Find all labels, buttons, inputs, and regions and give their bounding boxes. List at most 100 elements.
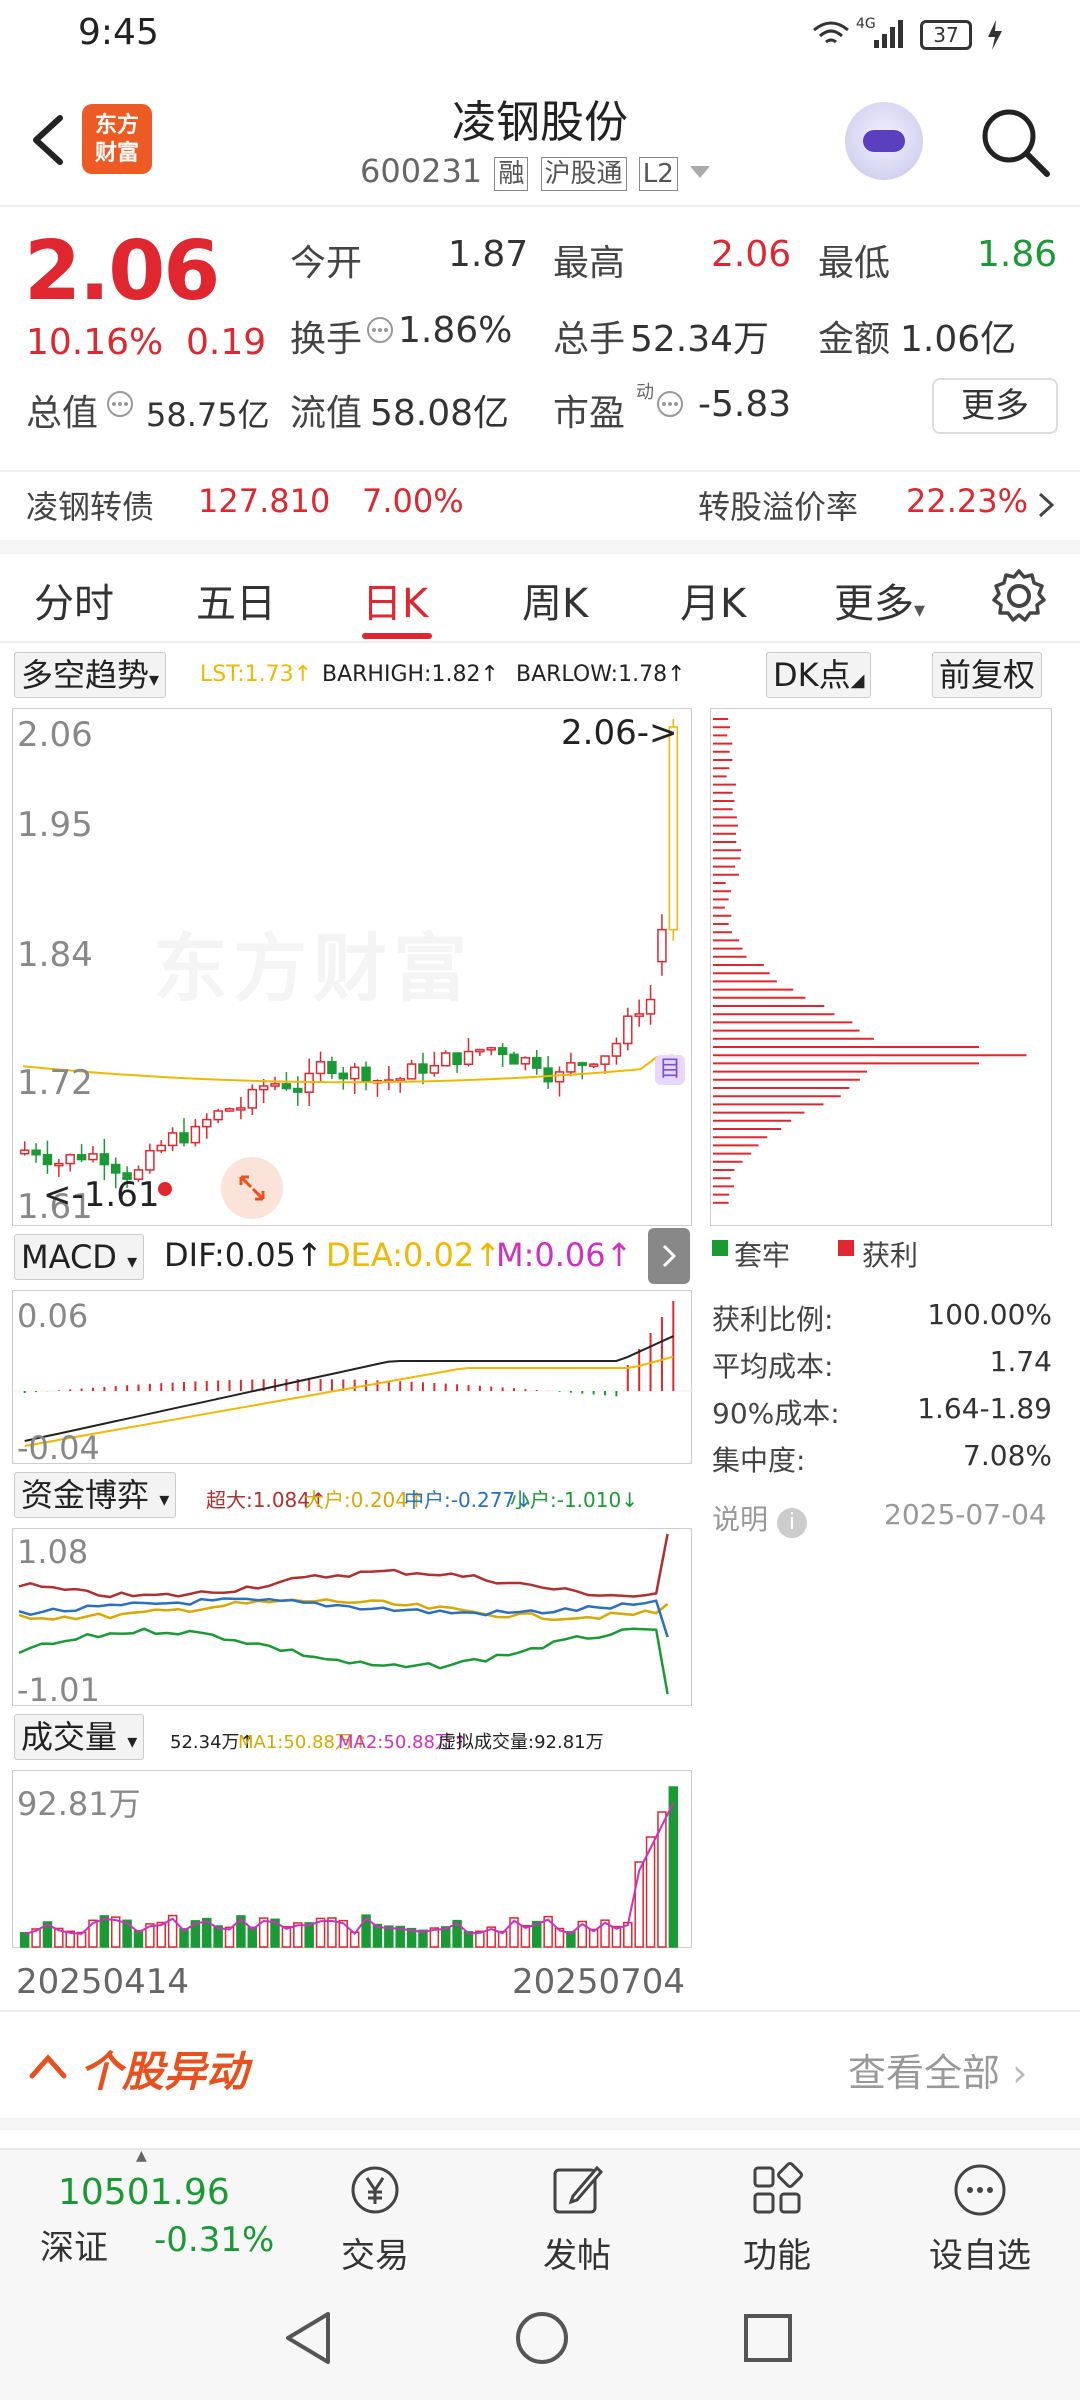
more-quote-button[interactable]: 更多 [932,378,1058,434]
candle-body [42,1153,53,1166]
status-bar: 9:45 4G 37 [0,0,1080,72]
convertible-bond-row[interactable]: 凌钢转债 127.810 7.00% 转股溢价率 22.23% [0,470,1080,540]
y-label: 1.95 [17,805,93,845]
capital-small-line [18,1627,669,1695]
candle-body [327,1061,337,1075]
macd-chart[interactable]: 0.06 -0.04 [12,1290,693,1467]
kline-chart[interactable]: 东方财富 2.06 1.95 1.84 1.72 1.61 2.06-> <-1… [12,708,692,1227]
volume-selector[interactable]: 成交量 ▾ [14,1714,145,1760]
candle-body [88,1153,98,1161]
lst-value: LST:1.73↑ [200,662,313,687]
open-value: 1.87 [448,234,529,275]
capital-selector-label: 资金博弈 [21,1476,150,1514]
candle-body [167,1132,178,1147]
tab-five-day[interactable]: 五日 [196,571,276,629]
dk-point-label: DK点 [773,656,851,694]
view-all-label: 查看全部 [848,2051,1001,2095]
nav-add-watchlist[interactable]: 设自选 [905,2160,1055,2277]
tab-daily-k[interactable]: 日K [362,571,428,629]
capital-selector[interactable]: 资金博弈 ▾ [14,1472,177,1518]
candle-body [645,998,656,1015]
candle-body [611,1042,622,1057]
stat-value: 1.64-1.89 [917,1392,1052,1425]
search-icon[interactable] [975,102,1055,182]
trend-indicator-label: 多空趋势 [21,656,150,694]
dropdown-triangle-icon [689,166,710,178]
nav-home-icon[interactable] [512,2308,572,2368]
volume-selector-label: 成交量 [21,1718,118,1756]
stock-code: 600231 [360,152,483,190]
volume-virtual: 虚拟成交量:92.81万 [438,1732,604,1753]
float-mv-value: 58.08亿 [370,393,510,434]
tab-more-label: 更多 [834,581,914,627]
stat-value: 1.74 [989,1345,1052,1378]
expand-chart-button[interactable] [221,1157,283,1219]
system-nav-bar [0,2278,1080,2400]
info-dots-icon[interactable] [656,390,684,418]
adjust-mode-button[interactable]: 前复权 [932,652,1043,698]
expand-arrows-icon [239,1175,265,1201]
stat-label: 平均成本: [712,1350,834,1383]
chip-bars [713,718,1027,1204]
index-pct: -0.31% [154,2220,275,2260]
caret-down-icon: ▾ [127,1729,138,1753]
info-dots-icon[interactable] [366,316,394,344]
edit-post-icon [553,2165,604,2214]
stock-code-row[interactable]: 600231 融 沪股通 L2 [360,152,712,191]
low-point-dot [158,1182,172,1196]
view-all-link[interactable]: 查看全部 › [848,2042,1027,2097]
tab-monthly-k[interactable]: 月K [680,571,746,629]
nav-back-icon[interactable] [282,2308,334,2368]
tab-intraday[interactable]: 分时 [34,571,114,629]
settings-gear-icon[interactable] [990,567,1048,625]
trend-indicator-selector[interactable]: 多空趋势▾ [14,652,167,698]
nav-trade[interactable]: 交易 [300,2160,450,2277]
tab-more[interactable]: 更多▾ [834,571,925,629]
nav-post[interactable]: 发帖 [502,2160,652,2277]
nav-functions[interactable]: 功能 [702,2160,852,2277]
candle-body [361,1066,371,1082]
legend-trapped: 套牢 [734,1239,791,1272]
amount-value: 1.06亿 [900,319,1017,360]
dk-point-button[interactable]: DK点◢ [766,652,872,698]
caret-down-icon: ▾ [914,598,926,623]
candle-body [588,1063,599,1067]
chip-note[interactable]: 说明 i [712,1498,807,1538]
tag-margin: 融 [494,157,529,191]
battery-indicator: 37 [920,20,972,50]
ma-marker-badge[interactable]: 目 [655,1055,685,1085]
chevron-up-icon[interactable] [28,2050,68,2080]
volume-label: 总手 [553,319,626,360]
candle-body [349,1066,360,1080]
next-indicator-button[interactable] [648,1228,690,1284]
capital-chart[interactable]: 1.08 -1.01 [12,1528,692,1709]
high-label: 最高 [553,243,626,284]
chip-distribution-chart[interactable] [710,708,1052,1226]
legend-profit-swatch [838,1240,854,1256]
stat-value: 100.00% [927,1298,1052,1331]
tag-hk-connect: 沪股通 [540,157,627,191]
volume-value: 52.34万 [630,319,770,360]
capital-y-bottom: -1.01 [17,1671,100,1709]
candle-body [258,1085,269,1091]
stat-label: 集中度: [712,1444,806,1477]
candle-body [338,1072,349,1080]
info-dots-icon[interactable] [106,390,134,418]
candle-body [54,1162,64,1167]
wifi-icon [813,21,849,44]
candle-body [509,1053,519,1065]
tab-weekly-k[interactable]: 周K [522,571,588,629]
nav-recents-icon[interactable] [740,2310,796,2366]
macd-selector[interactable]: MACD ▾ [14,1234,145,1280]
macd-lines [13,1301,693,1447]
chevron-right-icon [1038,492,1055,518]
index-ticker[interactable]: ▲ 10501.96 深证 -0.31% [0,2148,274,2280]
assistant-robot-icon[interactable] [845,102,923,180]
stat-label: 获利比例: [712,1303,834,1336]
barhigh-value: BARHIGH:1.82↑ [322,662,499,687]
volume-chart[interactable]: 92.81万 [12,1770,692,1948]
volume-y-top: 92.81万 [17,1785,141,1823]
candle-body [190,1125,201,1144]
tag-l2: L2 [638,157,678,191]
macd-dif: DIF:0.05↑ [164,1236,323,1274]
